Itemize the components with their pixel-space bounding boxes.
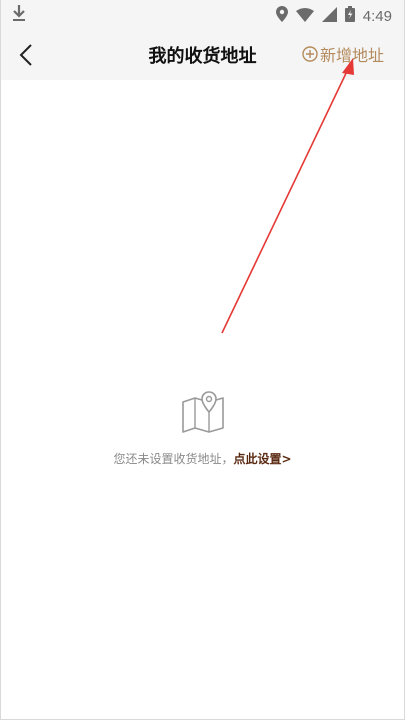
empty-state: 您还未设置收货地址， 点此设置>	[1, 388, 404, 467]
annotation-arrow	[221, 58, 354, 334]
signal-icon	[321, 6, 337, 26]
app-header: 我的收货地址 新增地址	[1, 30, 404, 80]
battery-icon	[344, 6, 355, 26]
add-address-label: 新增地址	[319, 46, 384, 65]
plus-circle-icon	[302, 46, 318, 62]
download-icon	[11, 4, 27, 26]
wifi-icon	[295, 7, 314, 26]
map-pin-icon	[181, 391, 224, 433]
set-address-link[interactable]: 点此设置>	[233, 450, 291, 467]
location-icon	[275, 6, 288, 26]
status-time: 4:49	[362, 7, 392, 25]
empty-message: 您还未设置收货地址， 点此设置>	[113, 450, 291, 467]
add-address-button[interactable]: 新增地址	[302, 42, 384, 66]
status-bar: 4:49	[1, 0, 404, 30]
empty-message-text: 您还未设置收货地址，	[113, 452, 234, 466]
address-screen: 4:49 我的收货地址 新增地址 您还未设置收货地址， 点此设置>	[0, 0, 405, 720]
